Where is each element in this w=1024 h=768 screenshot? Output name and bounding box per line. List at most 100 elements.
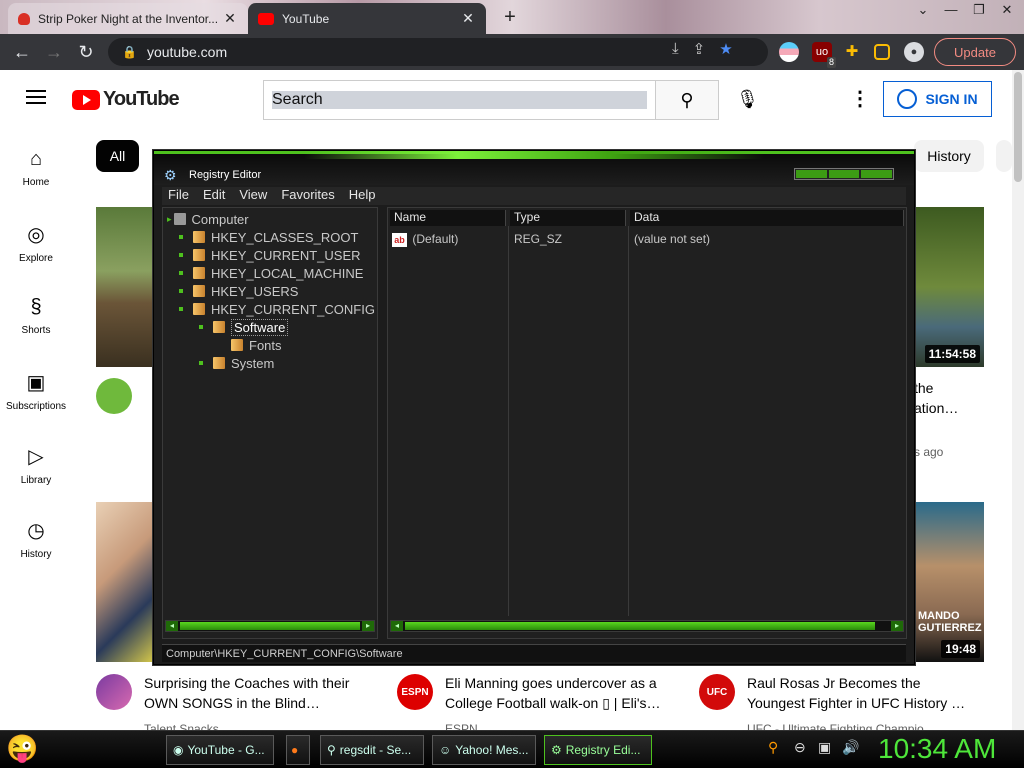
tree-node-system[interactable]: System <box>199 354 274 372</box>
value-row-default[interactable]: ab (Default) <box>392 232 458 247</box>
puzzle-icon[interactable]: ✚ <box>842 42 862 62</box>
nav-home[interactable]: ⌂ Home <box>0 148 72 188</box>
task-regsdit[interactable]: ⚲ regsdit - Se... <box>320 735 424 765</box>
scroll-left-icon[interactable]: ◂ <box>391 621 403 631</box>
menu-favorites[interactable]: Favorites <box>281 187 334 205</box>
video-title[interactable]: OWN SONGS in the Blind… <box>144 693 320 713</box>
menu-view[interactable]: View <box>239 187 267 205</box>
sidepanel-icon[interactable] <box>874 44 890 60</box>
share-icon[interactable]: ⇪ <box>693 40 706 58</box>
list-hscrollbar[interactable]: ◂ ▸ <box>390 620 904 632</box>
column-header-type[interactable]: Type <box>510 210 626 226</box>
close-icon[interactable]: ✕ <box>222 10 238 27</box>
minimize-button[interactable] <box>796 170 827 178</box>
tree-node-software[interactable]: Software <box>199 318 289 336</box>
close-button[interactable] <box>861 170 893 178</box>
scroll-right-icon[interactable]: ▸ <box>891 621 903 631</box>
video-title[interactable]: ation… <box>914 398 958 418</box>
search-tray-icon[interactable]: ⚲ <box>768 739 778 756</box>
ublock-icon[interactable]: uo 8 <box>812 42 836 68</box>
scroll-thumb[interactable] <box>1014 72 1022 182</box>
task-firefox[interactable]: ● <box>286 735 310 765</box>
tab-youtube[interactable]: YouTube ✕ <box>248 3 486 34</box>
tab-strip-poker[interactable]: Strip Poker Night at the Inventor... ✕ <box>8 3 248 34</box>
video-thumbnail-2[interactable]: 11:54:58 <box>914 207 984 367</box>
nav-library[interactable]: ▷ Library <box>0 444 72 486</box>
update-button[interactable]: Update <box>934 38 1016 66</box>
back-button[interactable]: ← <box>6 42 38 63</box>
forward-button[interactable]: → <box>38 42 70 63</box>
menu-icon[interactable] <box>26 90 46 104</box>
video-thumbnail-1[interactable] <box>96 207 154 367</box>
search-button[interactable]: ⚲ <box>655 80 719 120</box>
chip-history[interactable]: History <box>914 140 984 172</box>
install-icon[interactable]: ⤓ <box>672 40 679 58</box>
start-button[interactable]: 😜 <box>6 733 46 767</box>
menu-file[interactable]: File <box>168 187 189 205</box>
task-registry-editor[interactable]: ⚙ Registry Edi... <box>544 735 652 765</box>
avatar[interactable] <box>96 674 132 710</box>
tree-node-computer[interactable]: ▸ Computer <box>167 210 249 228</box>
channel-name[interactable]: Talent Snacks <box>144 722 219 730</box>
avatar[interactable]: ESPN <box>397 674 433 710</box>
network-icon[interactable]: ▣ <box>818 739 831 756</box>
minimize-icon[interactable]: — <box>940 2 962 18</box>
scroll-thumb[interactable] <box>180 622 360 630</box>
search-input[interactable] <box>263 80 655 120</box>
profile-icon[interactable]: ● <box>904 42 924 62</box>
scroll-left-icon[interactable]: ◂ <box>166 621 178 631</box>
minus-tray-icon[interactable]: ⊖ <box>794 739 806 756</box>
restore-icon[interactable]: ❐ <box>968 2 990 18</box>
clock[interactable]: 10:34 AM <box>878 733 996 765</box>
channel-name[interactable]: ESPN <box>445 722 478 730</box>
video-title[interactable]: Youngest Fighter in UFC History … <box>747 693 965 713</box>
avatar[interactable]: UFC <box>699 674 735 710</box>
volume-icon[interactable]: 🔊 <box>842 739 859 756</box>
nav-shorts[interactable]: § Shorts <box>0 296 72 336</box>
tree-node-hkcu[interactable]: HKEY_CURRENT_USER <box>179 246 361 264</box>
video-title[interactable]: Surprising the Coaches with their <box>144 673 349 693</box>
video-title[interactable]: Eli Manning goes undercover as a <box>445 673 657 693</box>
tree-node-hkcc[interactable]: HKEY_CURRENT_CONFIG <box>179 300 375 318</box>
new-tab-button[interactable]: + <box>498 6 522 29</box>
scroll-thumb[interactable] <box>405 622 875 630</box>
video-thumbnail-4[interactable]: MANDO GUTIERREZ 19:48 <box>914 502 984 662</box>
tree-hscrollbar[interactable]: ◂ ▸ <box>165 620 375 632</box>
menu-edit[interactable]: Edit <box>203 187 225 205</box>
sign-in-button[interactable]: SIGN IN <box>883 81 992 117</box>
video-title[interactable]: the <box>914 378 933 398</box>
tree-node-hklm[interactable]: HKEY_LOCAL_MACHINE <box>179 264 363 282</box>
tree-node-fonts[interactable]: Fonts <box>231 336 282 354</box>
menu-help[interactable]: Help <box>349 187 376 205</box>
close-icon[interactable]: ✕ <box>460 10 476 27</box>
scroll-right-icon[interactable]: ▸ <box>362 621 374 631</box>
nav-explore[interactable]: ◎ Explore <box>0 222 72 264</box>
task-youtube[interactable]: ◉ YouTube - G... <box>166 735 274 765</box>
reload-button[interactable]: ↻ <box>70 42 102 63</box>
regedit-titlebar[interactable]: ⚙ Registry Editor <box>154 151 914 185</box>
maximize-button[interactable] <box>828 170 860 178</box>
avatar[interactable] <box>96 378 132 414</box>
bookmark-star-icon[interactable]: ★ <box>719 40 732 58</box>
close-window-icon[interactable]: ✕ <box>996 2 1018 18</box>
address-bar[interactable]: 🔒 youtube.com <box>108 38 768 66</box>
chevron-down-icon[interactable]: ⌄ <box>912 2 934 18</box>
nav-subscriptions[interactable]: ▣ Subscriptions <box>0 370 72 412</box>
mic-icon[interactable]: 🎙 <box>736 89 759 110</box>
tree-node-hkcr[interactable]: HKEY_CLASSES_ROOT <box>179 228 358 246</box>
tree-node-hku[interactable]: HKEY_USERS <box>179 282 298 300</box>
column-header-name[interactable]: Name <box>390 210 506 226</box>
column-header-data[interactable]: Data <box>630 210 904 226</box>
chip-next[interactable] <box>996 140 1012 172</box>
nav-history[interactable]: ◷ History <box>0 518 72 560</box>
page-scrollbar[interactable] <box>1012 70 1024 730</box>
video-title[interactable]: College Football walk-on ▯ | Eli's… <box>445 693 661 713</box>
task-yahoo[interactable]: ☺ Yahoo! Mes... <box>432 735 536 765</box>
extension-flag-icon[interactable] <box>779 42 799 62</box>
channel-name[interactable]: UFC - Ultimate Fighting Champio… <box>747 722 936 730</box>
chip-all[interactable]: All <box>96 140 139 172</box>
youtube-logo[interactable]: YouTube <box>72 88 180 111</box>
more-options-icon[interactable]: ⋮ <box>850 86 870 111</box>
video-thumbnail-3[interactable] <box>96 502 154 662</box>
video-title[interactable]: Raul Rosas Jr Becomes the <box>747 673 921 693</box>
